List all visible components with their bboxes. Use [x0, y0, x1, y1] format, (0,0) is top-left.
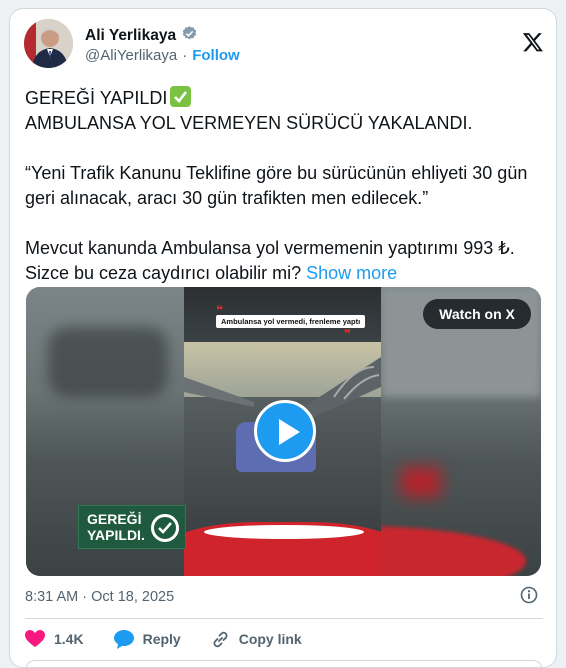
author-handle-row: @AliYerlikaya · Follow	[85, 47, 240, 64]
link-icon	[213, 631, 228, 647]
copy-link-button[interactable]: Copy link	[211, 630, 302, 649]
tweet-timestamp[interactable]: 8:31 AM · Oct 18, 2025	[25, 589, 174, 605]
video-thumbnail[interactable]: ❝ Ambulansa yol vermedi, frenleme yaptı …	[26, 287, 541, 576]
avatar[interactable]	[24, 19, 73, 68]
tweet-card: Ali Yerlikaya @AliYerlikaya · Follow GER…	[9, 8, 557, 668]
follow-button[interactable]: Follow	[192, 47, 240, 64]
reply-button[interactable]: Reply	[113, 629, 181, 649]
tweet-line-1: GEREĞİ YAPILDI	[25, 86, 545, 111]
copy-link-label: Copy link	[238, 631, 302, 647]
author-handle[interactable]: @AliYerlikaya	[85, 47, 177, 64]
reply-icon	[113, 629, 134, 649]
gerek-yapildi-badge: GEREĞİ YAPILDI.	[78, 505, 186, 549]
show-more-link[interactable]: Show more	[306, 263, 397, 283]
verified-badge-icon	[181, 25, 198, 47]
author-name-row: Ali Yerlikaya	[85, 25, 198, 47]
quote-mark-icon: ❝	[216, 303, 224, 317]
check-mark-button-icon	[170, 86, 192, 107]
author-name[interactable]: Ali Yerlikaya	[85, 27, 176, 45]
tweet-actions: 1.4K Reply Copy link	[25, 627, 332, 651]
check-circle-icon	[151, 514, 179, 542]
reply-label: Reply	[142, 631, 181, 647]
tweet-line-2: AMBULANSA YOL VERMEYEN SÜRÜCÜ YAKALANDI.	[25, 113, 473, 133]
read-replies-button[interactable]	[25, 660, 543, 667]
like-count: 1.4K	[54, 631, 84, 647]
quote-mark-icon: ❞	[344, 327, 352, 341]
like-button[interactable]: 1.4K	[25, 630, 84, 648]
info-icon[interactable]	[520, 586, 538, 604]
play-button[interactable]	[254, 400, 316, 462]
tweet-text: GEREĞİ YAPILDI AMBULANSA YOL VERMEYEN SÜ…	[25, 86, 545, 286]
heart-icon	[25, 630, 45, 647]
play-icon	[279, 419, 300, 445]
tweet-line-3: Mevcut kanunda Ambulansa yol vermemenin …	[25, 238, 515, 283]
x-logo-icon[interactable]	[522, 31, 544, 53]
watch-on-x-button[interactable]: Watch on X	[423, 299, 531, 329]
tweet-header: Ali Yerlikaya @AliYerlikaya · Follow	[24, 19, 544, 71]
separator: ·	[182, 47, 188, 64]
divider	[25, 618, 543, 619]
video-caption: Ambulansa yol vermedi, frenleme yaptı	[216, 315, 366, 328]
tweet-quote: “Yeni Trafik Kanunu Teklifine göre bu sü…	[25, 163, 528, 208]
